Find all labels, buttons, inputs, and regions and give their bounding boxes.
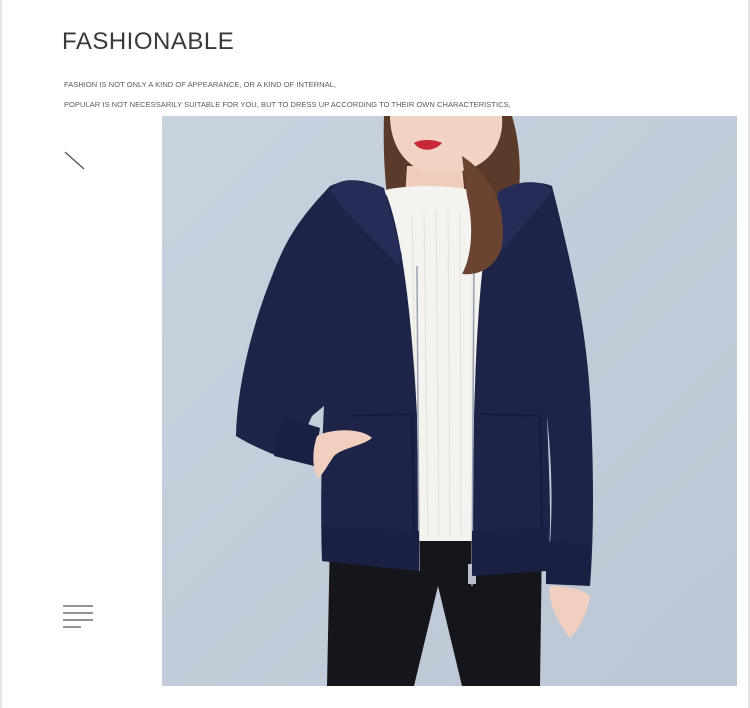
product-photo xyxy=(162,116,737,686)
tagline-line-2: POPULAR IS NOT NECESSARILY SUITABLE FOR … xyxy=(64,100,511,109)
tagline-line-1: FASHION IS NOT ONLY A KIND OF APPEARANCE… xyxy=(64,80,337,89)
model-illustration xyxy=(162,116,737,686)
page-title: FASHIONABLE xyxy=(62,28,235,55)
left-border xyxy=(0,0,2,708)
menu-lines-icon xyxy=(63,605,93,628)
diagonal-line-icon xyxy=(64,151,85,170)
